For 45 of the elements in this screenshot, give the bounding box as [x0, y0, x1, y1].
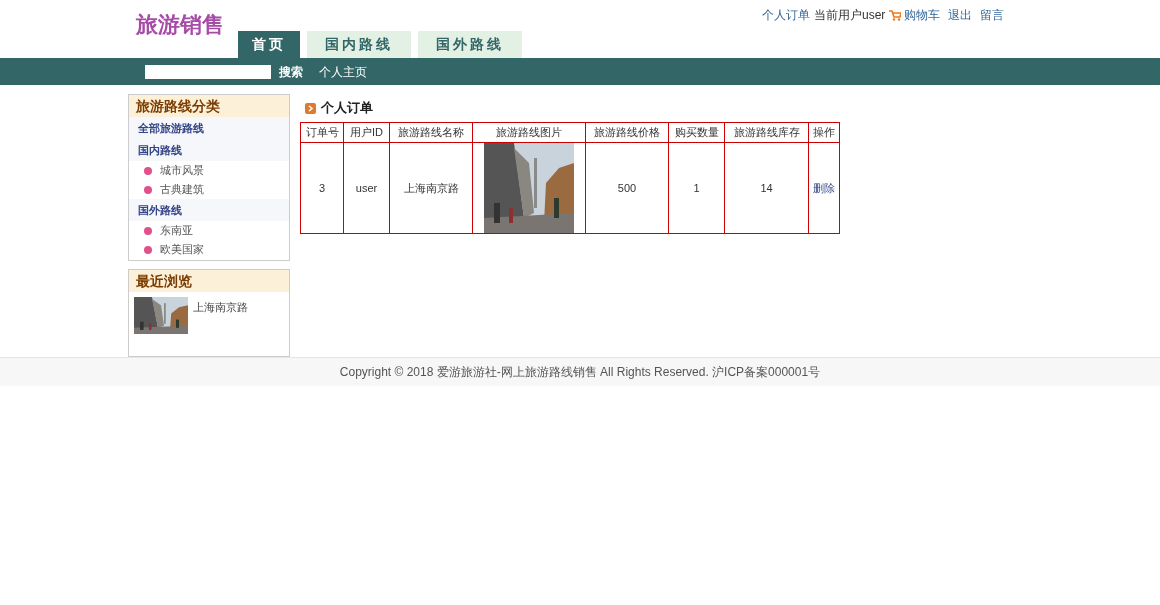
cart-icon: [889, 9, 902, 21]
column-header: 旅游路线图片: [472, 122, 586, 143]
arrow-icon: [305, 102, 316, 114]
bullet-icon: [144, 226, 152, 235]
user-label: 当前用户user: [814, 7, 886, 24]
table-cell: 500: [585, 142, 669, 234]
column-header: 购买数量: [668, 122, 725, 143]
copyright-text: Copyright © 2018 爱游旅游社-网上旅游路线销售 All Rights Reserved. 沪ICP备案000001号: [0, 357, 1160, 386]
cart-link[interactable]: 购物车: [889, 6, 941, 24]
site-logo[interactable]: 旅游销售: [136, 8, 224, 41]
column-header: 操作: [808, 122, 840, 143]
category-link[interactable]: 国外路线: [129, 199, 289, 221]
header-link[interactable]: 退出: [948, 6, 973, 24]
search-button[interactable]: 搜索: [279, 62, 303, 81]
bullet-icon: [144, 185, 152, 194]
home-link[interactable]: 个人主页: [319, 62, 367, 81]
nav-tab[interactable]: 国外路线: [418, 31, 522, 58]
table-cell: 上海南京路: [389, 142, 473, 234]
header-link[interactable]: 个人订单: [762, 6, 810, 24]
nav-tab[interactable]: 国内路线: [307, 31, 411, 58]
delete-link[interactable]: 删除: [813, 181, 835, 194]
nav-tab[interactable]: 首页: [238, 31, 300, 58]
subcategory-link[interactable]: 东南亚: [160, 222, 193, 239]
panel-title: 最近浏览: [129, 270, 289, 293]
table-cell: 1: [668, 142, 725, 234]
header-link[interactable]: 留言: [980, 6, 1005, 24]
column-header: 旅游路线名称: [389, 122, 473, 143]
category-link[interactable]: 国内路线: [129, 139, 289, 161]
section-title: 个人订单: [321, 99, 373, 118]
bullet-icon: [144, 166, 152, 175]
table-cell: 14: [724, 142, 809, 234]
category-link[interactable]: 全部旅游路线: [129, 117, 289, 139]
recent-link[interactable]: 上海南京路: [193, 299, 248, 316]
bullet-icon: [144, 245, 152, 254]
subcategory-link[interactable]: 古典建筑: [160, 181, 204, 198]
panel-title: 旅游路线分类: [129, 95, 289, 117]
subcategory-link[interactable]: 城市风景: [160, 162, 204, 179]
column-header: 用户ID: [343, 122, 390, 143]
table-cell: user: [343, 142, 390, 234]
column-header: 订单号: [300, 122, 344, 143]
column-header: 旅游路线库存: [724, 122, 809, 143]
subcategory-link[interactable]: 欧美国家: [160, 241, 204, 258]
column-header: 旅游路线价格: [585, 122, 669, 143]
table-cell: 3: [300, 142, 344, 234]
search-field[interactable]: [145, 64, 271, 79]
